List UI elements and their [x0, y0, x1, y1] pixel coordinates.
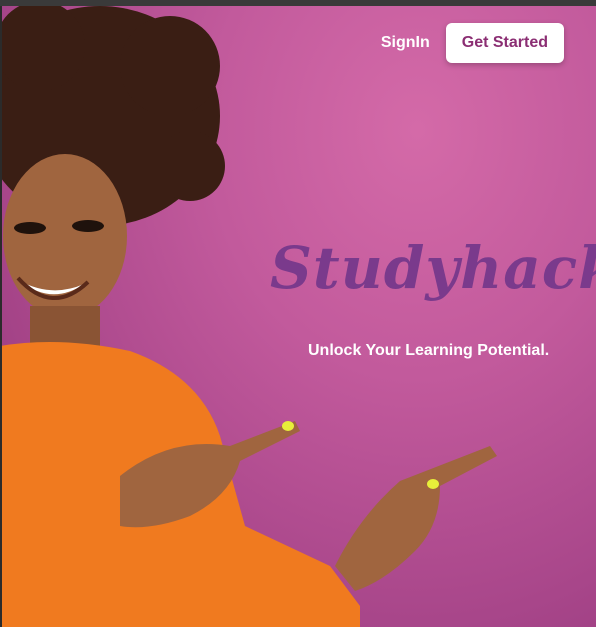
- left-edge: [0, 6, 2, 627]
- hero-person-image: [0, 6, 497, 627]
- brand-title: Studyhacks: [270, 234, 596, 302]
- face-shape: [3, 154, 127, 318]
- top-nav: SignIn Get Started: [381, 23, 564, 63]
- signin-link[interactable]: SignIn: [381, 34, 430, 52]
- tagline: Unlock Your Learning Potential.: [308, 342, 550, 359]
- get-started-button[interactable]: Get Started: [445, 23, 564, 63]
- hero-section: SignIn Get Started Studyhacks Unlock You…: [0, 6, 596, 627]
